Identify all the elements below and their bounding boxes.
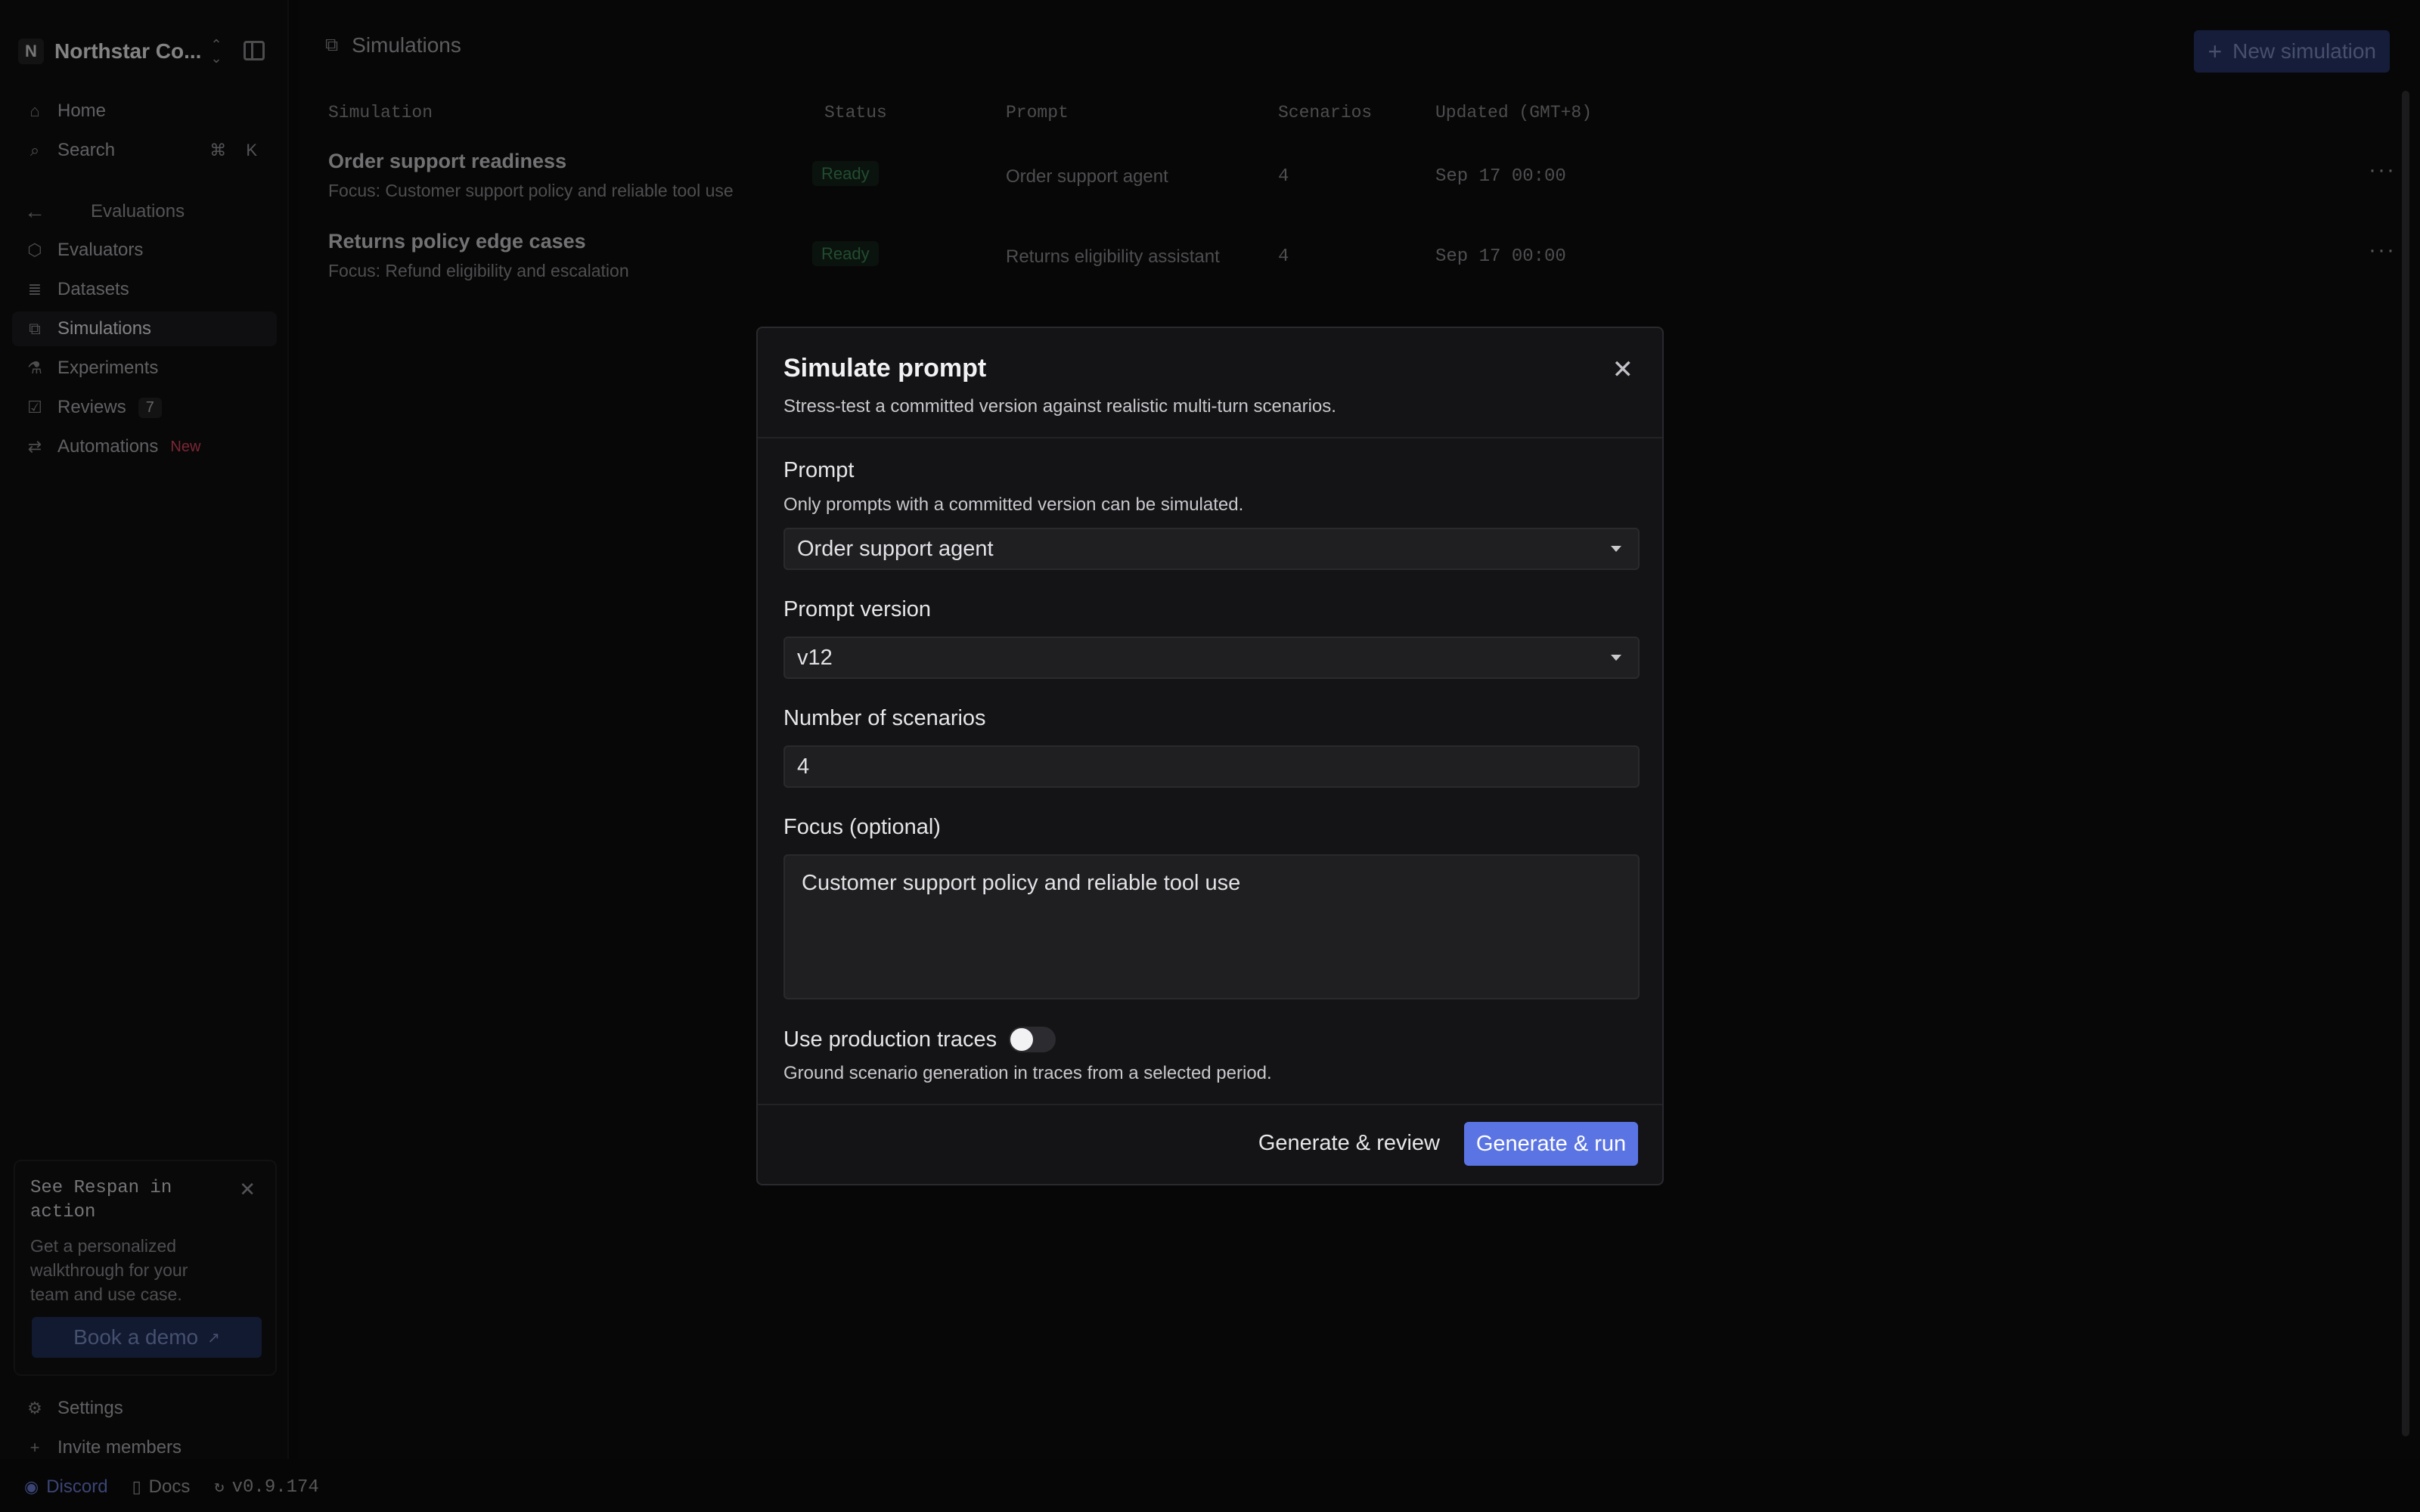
production-traces-row: Use production traces [783,1027,1056,1052]
divider [758,437,1662,438]
generate-run-button[interactable]: Generate & run [1464,1122,1638,1166]
generate-review-label: Generate & review [1258,1130,1440,1155]
generate-run-label: Generate & run [1475,1131,1627,1156]
focus-label: Focus (optional) [783,815,941,839]
dialog-title: Simulate prompt [783,354,987,383]
production-traces-toggle[interactable] [1009,1027,1056,1052]
caret-down-icon [1611,655,1621,661]
divider [758,1104,1662,1105]
focus-textarea[interactable]: Customer support policy and reliable too… [783,854,1640,999]
scenarios-input[interactable]: 4 [783,745,1640,788]
traces-label: Use production traces [783,1027,997,1052]
version-select-value: v12 [797,645,833,670]
scenarios-label: Number of scenarios [783,706,986,730]
scenarios-input-value: 4 [797,754,810,779]
dialog-subtitle: Stress-test a committed version against … [783,396,1336,417]
focus-textarea-value: Customer support policy and reliable too… [802,871,1241,895]
scrollbar[interactable] [2402,91,2409,1436]
prompt-select-value: Order support agent [797,536,994,561]
close-icon[interactable]: ✕ [1612,357,1634,383]
version-select[interactable]: v12 [783,637,1640,679]
generate-review-button[interactable]: Generate & review [1248,1122,1450,1164]
traces-help: Ground scenario generation in traces fro… [783,1063,1272,1083]
caret-down-icon [1611,546,1621,552]
prompt-select[interactable]: Order support agent [783,528,1640,570]
simulate-prompt-dialog: Simulate prompt Stress-test a committed … [756,327,1664,1185]
toggle-knob [1010,1028,1034,1051]
version-label: Prompt version [783,597,932,621]
prompt-help: Only prompts with a committed version ca… [783,494,1244,515]
prompt-label: Prompt [783,458,855,482]
